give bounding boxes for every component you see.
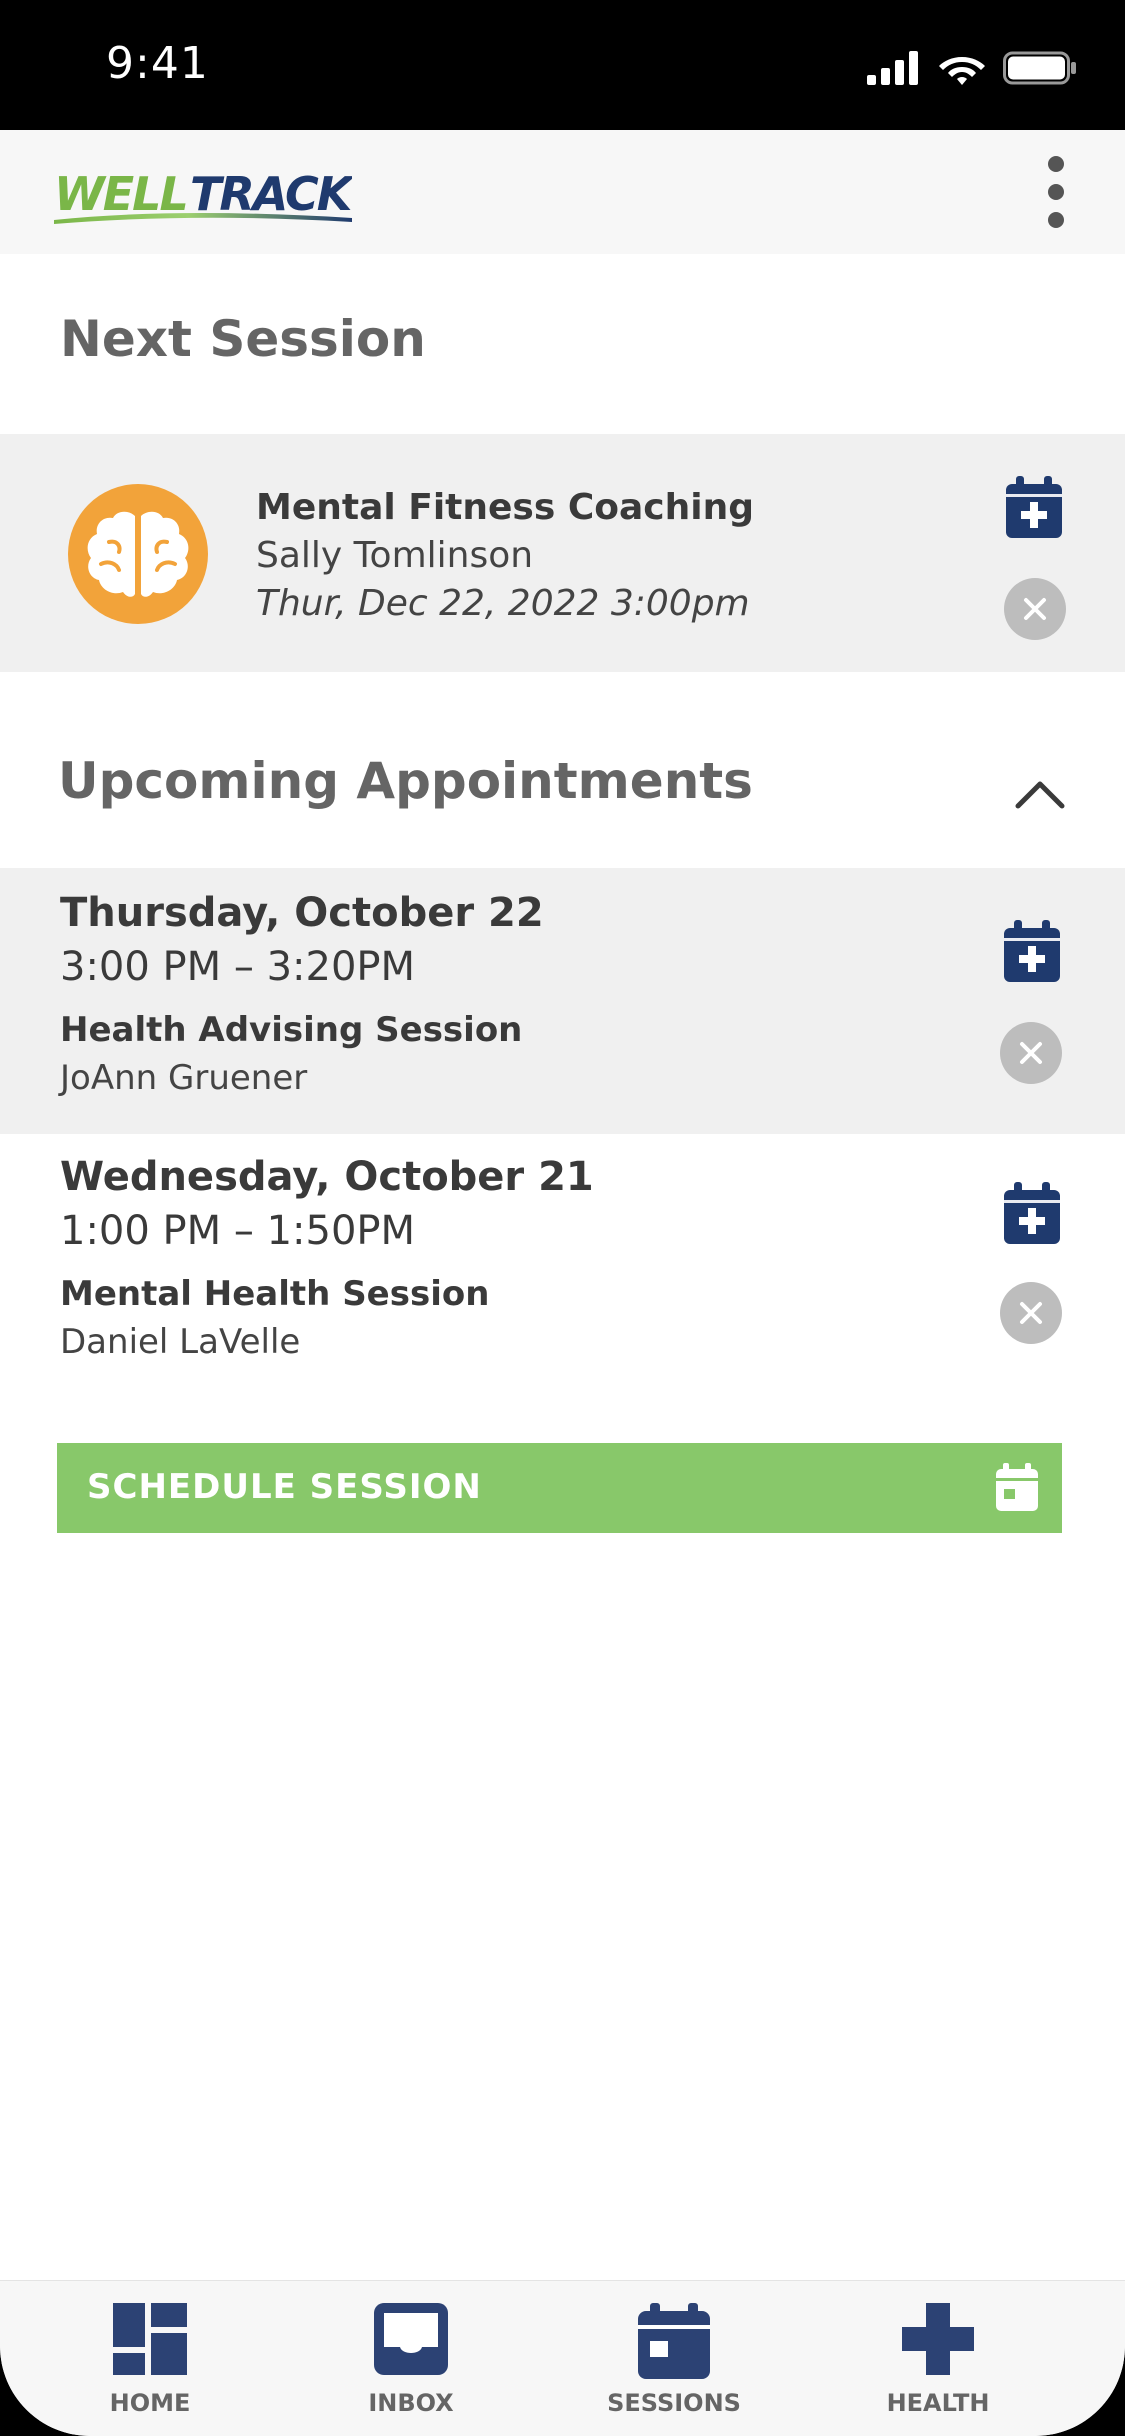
appointment-time: 1:00 PM – 1:50PM [60,1208,416,1254]
cancel-appointment-button[interactable] [1000,1022,1062,1084]
bottom-tab-bar: HOME INBOX SESSIONS HEALTH [0,2280,1125,2436]
signal-icon [867,51,918,85]
next-session-title: Next Session [60,310,426,368]
more-dot-icon [1048,184,1064,200]
appointment-item[interactable]: Thursday, October 22 3:00 PM – 3:20PM He… [0,868,1125,1134]
appointment-item[interactable]: Wednesday, October 21 1:00 PM – 1:50PM M… [0,1132,1125,1398]
close-icon [1020,1042,1042,1064]
chevron-up-icon[interactable] [1012,770,1068,814]
tab-label: SESSIONS [607,2389,741,2417]
app-screen: WELL TRACK Next Session Mental Fitness C… [0,130,1125,2436]
next-session-datetime: Thur, Dec 22, 2022 3:00pm [256,583,750,624]
status-icons [867,48,1077,88]
health-cross-icon [902,2303,974,2375]
tab-label: HOME [109,2389,191,2417]
appointment-type: Health Advising Session [60,1010,523,1050]
calendar-icon [638,2303,710,2379]
upcoming-appointments-title: Upcoming Appointments [58,752,753,810]
schedule-session-label: SCHEDULE SESSION [87,1467,482,1507]
appointment-time: 3:00 PM – 3:20PM [60,944,416,990]
wifi-icon [939,57,985,85]
more-options-button[interactable] [1036,152,1076,232]
more-dot-icon [1048,212,1064,228]
brain-icon [68,484,208,624]
schedule-session-button[interactable]: SCHEDULE SESSION [57,1443,1062,1533]
appointment-type: Mental Health Session [60,1274,490,1314]
calendar-icon [996,1463,1038,1511]
tab-inbox[interactable]: INBOX [311,2281,511,2421]
add-to-calendar-icon[interactable] [1004,920,1060,982]
welltrack-logo: WELL TRACK [54,167,352,224]
svg-text:TRACK: TRACK [190,167,352,221]
appointment-provider: JoAnn Gruener [60,1058,308,1098]
cancel-appointment-button[interactable] [1000,1282,1062,1344]
close-icon [1020,1302,1042,1324]
appointment-date: Thursday, October 22 [60,890,544,936]
svg-text:WELL: WELL [54,167,187,221]
add-to-calendar-icon[interactable] [1006,476,1062,538]
next-session-provider: Sally Tomlinson [256,535,534,576]
status-bar: 9:41 [0,0,1125,130]
next-session-service: Mental Fitness Coaching [256,487,754,528]
tab-health[interactable]: HEALTH [838,2281,1038,2421]
inbox-icon [374,2303,448,2375]
appointment-date: Wednesday, October 21 [60,1154,594,1200]
tab-home[interactable]: HOME [50,2281,250,2421]
status-time: 9:41 [106,38,209,89]
cancel-session-button[interactable] [1004,578,1066,640]
next-session-details: Mental Fitness Coaching Sally Tomlinson … [256,484,754,628]
dashboard-icon [113,2303,187,2375]
app-header: WELL TRACK [0,130,1125,254]
battery-icon [1003,51,1076,85]
tab-label: HEALTH [886,2389,990,2417]
more-dot-icon [1048,156,1064,172]
appointment-provider: Daniel LaVelle [60,1322,301,1362]
add-to-calendar-icon[interactable] [1004,1182,1060,1244]
tab-label: INBOX [368,2389,454,2417]
next-session-card[interactable]: Mental Fitness Coaching Sally Tomlinson … [0,434,1125,672]
close-icon [1024,598,1046,620]
tab-sessions[interactable]: SESSIONS [574,2281,774,2421]
